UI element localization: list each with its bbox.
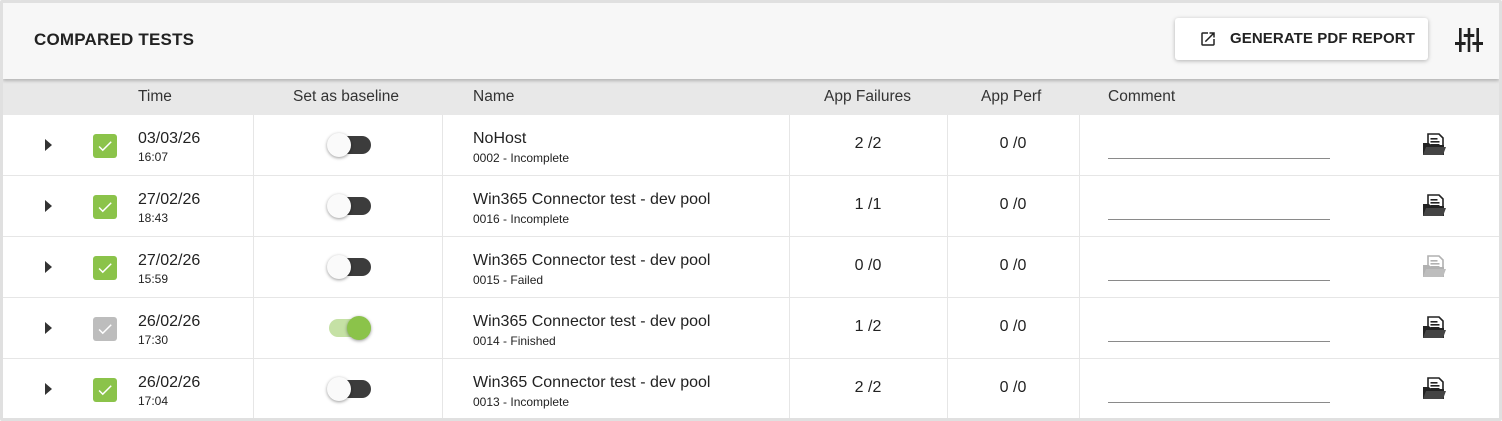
app-failures-value: 2 /2 [854, 379, 882, 396]
column-divider [442, 359, 443, 418]
set-baseline-toggle[interactable] [327, 254, 373, 280]
panel-header: COMPARED TESTS GENERATE PDF REPORT [3, 3, 1499, 79]
set-baseline-toggle[interactable] [327, 193, 373, 219]
app-failures-value: 1 /1 [854, 196, 882, 213]
table-header: Time Set as baseline Name App Failures A… [3, 79, 1499, 115]
column-header-app-perf[interactable]: App Perf [981, 88, 1041, 106]
app-perf-value: 0 /0 [999, 196, 1027, 213]
run-time: 18:43 [138, 211, 169, 225]
column-divider [1079, 359, 1080, 418]
comment-input[interactable] [1108, 314, 1330, 342]
column-divider [253, 176, 254, 237]
column-header-comment[interactable]: Comment [1108, 88, 1175, 106]
row-select-checkbox[interactable] [93, 134, 117, 158]
column-header-name[interactable]: Name [473, 88, 514, 106]
comment-input[interactable] [1108, 375, 1330, 403]
app-failures-value: 1 /2 [854, 318, 882, 335]
test-name: NoHost [473, 130, 527, 147]
open-report-folder-icon[interactable] [1422, 255, 1448, 279]
app-perf-value: 0 /0 [999, 379, 1027, 396]
test-run-status: 0016 - Incomplete [473, 212, 570, 226]
open-report-folder-icon[interactable] [1422, 316, 1448, 340]
panel-title: COMPARED TESTS [34, 30, 195, 49]
test-name: Win365 Connector test - dev pool [473, 374, 711, 391]
set-baseline-toggle[interactable] [327, 315, 373, 341]
app-failures-value: 0 /0 [854, 257, 882, 274]
test-name: Win365 Connector test - dev pool [473, 252, 711, 269]
column-divider [253, 237, 254, 298]
expand-row-arrow-icon[interactable] [45, 322, 52, 334]
expand-row-arrow-icon[interactable] [45, 383, 52, 395]
test-name: Win365 Connector test - dev pool [473, 313, 711, 330]
table-row: 26/02/26 17:04 Win365 Connector test - dev… [3, 359, 1499, 418]
run-date: 03/03/26 [138, 130, 201, 147]
comment-input[interactable] [1108, 192, 1330, 220]
column-header-baseline[interactable]: Set as baseline [293, 88, 399, 106]
app-perf-value: 0 /0 [999, 257, 1027, 274]
test-run-status: 0002 - Incomplete [473, 151, 570, 165]
row-select-checkbox[interactable] [93, 317, 117, 341]
column-divider [442, 237, 443, 298]
open-report-folder-icon[interactable] [1422, 194, 1448, 218]
column-header-time[interactable]: Time [138, 88, 172, 106]
column-divider [253, 298, 254, 359]
column-divider [1079, 298, 1080, 359]
test-run-status: 0014 - Finished [473, 334, 556, 348]
open-report-folder-icon[interactable] [1422, 377, 1448, 401]
table-row: 27/02/26 15:59 Win365 Connector test - dev… [3, 237, 1499, 298]
row-select-checkbox[interactable] [93, 195, 117, 219]
run-time: 17:30 [138, 333, 169, 347]
table-row: 26/02/26 17:30 Win365 Connector test - dev… [3, 298, 1499, 359]
app-failures-value: 2 /2 [854, 135, 882, 152]
column-divider [1079, 115, 1080, 176]
compared-tests-panel: COMPARED TESTS GENERATE PDF REPORT Time … [0, 0, 1502, 421]
expand-row-arrow-icon[interactable] [45, 139, 52, 151]
set-baseline-toggle[interactable] [327, 376, 373, 402]
run-date: 27/02/26 [138, 252, 201, 269]
app-perf-value: 0 /0 [999, 318, 1027, 335]
column-divider [442, 298, 443, 359]
column-divider [1079, 237, 1080, 298]
open-report-folder-icon[interactable] [1422, 133, 1448, 157]
tune-icon[interactable] [1455, 27, 1483, 53]
generate-pdf-report-label: GENERATE PDF REPORT [1230, 30, 1415, 47]
table-row: 03/03/26 16:07 NoHost 0002 - Incomplete 2 /2… [3, 115, 1499, 176]
run-time: 15:59 [138, 272, 169, 286]
expand-row-arrow-icon[interactable] [45, 200, 52, 212]
row-select-checkbox[interactable] [93, 256, 117, 280]
test-name: Win365 Connector test - dev pool [473, 191, 711, 208]
run-time: 16:07 [138, 150, 169, 164]
run-date: 27/02/26 [138, 191, 201, 208]
column-divider [1079, 176, 1080, 237]
run-time: 17:04 [138, 394, 169, 408]
run-date: 26/02/26 [138, 374, 201, 391]
expand-row-arrow-icon[interactable] [45, 261, 52, 273]
generate-pdf-report-button[interactable]: GENERATE PDF REPORT [1175, 18, 1428, 60]
column-divider [253, 359, 254, 418]
column-divider [253, 115, 254, 176]
test-run-status: 0015 - Failed [473, 273, 544, 287]
row-select-checkbox[interactable] [93, 378, 117, 402]
test-run-status: 0013 - Incomplete [473, 395, 570, 409]
open-in-new-icon [1201, 32, 1215, 46]
set-baseline-toggle[interactable] [327, 132, 373, 158]
run-date: 26/02/26 [138, 313, 201, 330]
column-divider [442, 176, 443, 237]
column-divider [442, 115, 443, 176]
comment-input[interactable] [1108, 253, 1330, 281]
comment-input[interactable] [1108, 131, 1330, 159]
column-header-app-failures[interactable]: App Failures [824, 88, 911, 106]
table-row: 27/02/26 18:43 Win365 Connector test - dev… [3, 176, 1499, 237]
app-perf-value: 0 /0 [999, 135, 1027, 152]
